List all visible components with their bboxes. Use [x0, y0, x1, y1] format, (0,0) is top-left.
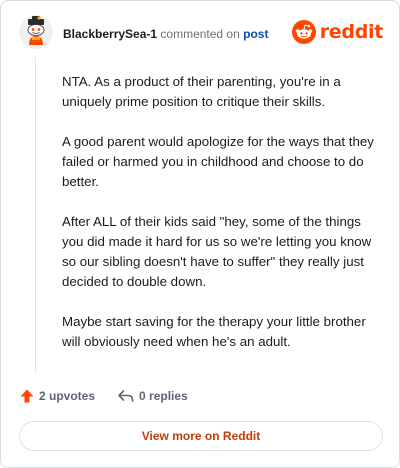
reply-arrow-icon — [118, 390, 134, 402]
snoo-avatar-icon — [19, 15, 53, 49]
reddit-wordmark: reddit — [319, 21, 384, 43]
comment-header: BlackberrySea-1 commented on post reddit — [19, 15, 383, 55]
view-more-on-reddit-button[interactable]: View more on Reddit — [19, 421, 383, 451]
reddit-logo-icon — [291, 20, 316, 44]
comment-actions: 2 upvotes 0 replies — [19, 386, 188, 406]
post-link[interactable]: post — [243, 27, 268, 41]
comment-paragraph: Maybe start saving for the therapy your … — [62, 314, 366, 349]
thread-line — [35, 57, 36, 373]
comment-paragraph: After ALL of their kids said "hey, some … — [62, 214, 372, 289]
reddit-brand[interactable]: reddit — [291, 19, 384, 45]
comment-body: NTA. As a product of their parenting, yo… — [62, 72, 382, 372]
upvote-button[interactable]: 2 upvotes — [19, 388, 95, 404]
username-link[interactable]: BlackberrySea-1 — [63, 27, 157, 41]
upvote-arrow-icon — [20, 389, 34, 403]
comment-paragraph: A good parent would apologize for the wa… — [62, 134, 374, 189]
upvote-count: 2 upvotes — [39, 389, 96, 403]
reply-count: 0 replies — [139, 389, 188, 403]
comment-byline: BlackberrySea-1 commented on post — [63, 27, 268, 41]
reply-button[interactable]: 0 replies — [117, 388, 188, 404]
comment-paragraph: NTA. As a product of their parenting, yo… — [62, 74, 341, 109]
reddit-comment-embed: BlackberrySea-1 commented on post reddit… — [0, 0, 400, 468]
user-avatar[interactable] — [19, 15, 53, 49]
commented-on-text: commented on — [160, 27, 240, 41]
